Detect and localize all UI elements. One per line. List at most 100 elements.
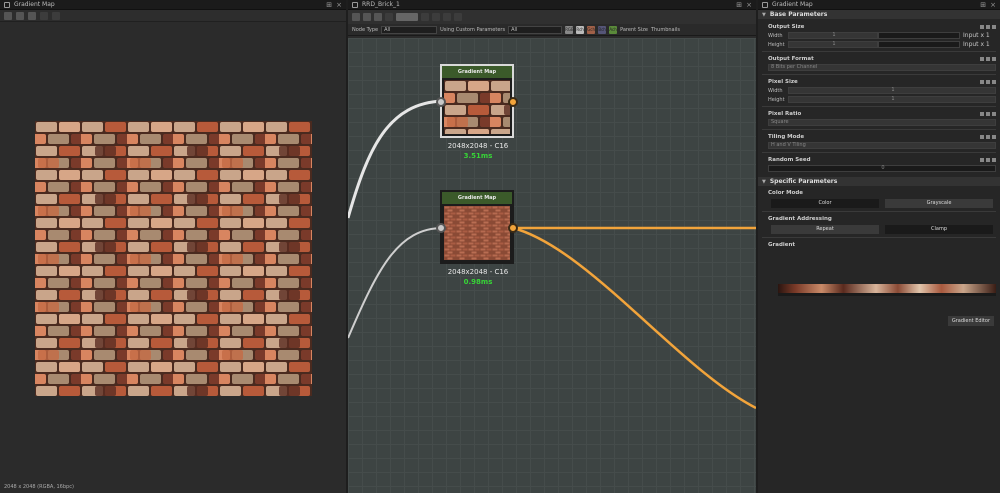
- settings-icon[interactable]: [454, 13, 462, 21]
- gradient-preview[interactable]: [778, 284, 996, 296]
- specific-params-header[interactable]: ▼ Specific Parameters: [758, 177, 1000, 186]
- layers-icon[interactable]: [28, 11, 36, 20]
- param-icons[interactable]: [980, 56, 996, 61]
- output-format-value-row: 8 Bits per Channel: [758, 63, 1000, 72]
- tiling-mode-label: Tiling Mode: [768, 133, 805, 140]
- addressing-label: Gradient Addressing: [768, 215, 832, 222]
- node1-output-port[interactable]: [508, 97, 518, 107]
- redo-icon[interactable]: [52, 11, 60, 20]
- collapse-icon: ▼: [762, 11, 766, 18]
- link-icon[interactable]: [421, 13, 429, 21]
- channel-b[interactable]: Bch: [598, 25, 607, 34]
- connection-wires: [348, 99, 756, 410]
- pin-icon[interactable]: ⊞: [980, 1, 986, 9]
- close-icon[interactable]: ×: [990, 1, 996, 9]
- px-width-label: Width: [768, 87, 783, 94]
- properties-title: Gradient Map: [772, 1, 813, 8]
- node1-input-port[interactable]: [436, 97, 446, 107]
- color-button[interactable]: Color: [771, 198, 879, 208]
- output-height-field[interactable]: 1: [788, 41, 878, 48]
- brick-texture-preview[interactable]: [35, 121, 312, 396]
- pin-icon[interactable]: ⊞: [736, 1, 742, 9]
- px-height-label: Height: [768, 96, 785, 103]
- height-label: Height: [768, 41, 785, 48]
- parent-size-toggle[interactable]: Parent Size: [620, 27, 648, 33]
- graph-canvas[interactable]: Gradient Map 2048x2048 - C16 3.51ms Grad…: [348, 38, 756, 493]
- gradient-editor-button[interactable]: Gradient Editor: [947, 316, 994, 326]
- grayscale-button[interactable]: Grayscale: [885, 198, 993, 208]
- param-icons[interactable]: [980, 24, 996, 29]
- base-params-title: Base Parameters: [769, 11, 828, 18]
- clamp-button[interactable]: Clamp: [885, 224, 993, 234]
- param-icons[interactable]: [980, 111, 996, 116]
- node2-output-port[interactable]: [508, 223, 518, 233]
- specific-params-title: Specific Parameters: [769, 178, 838, 185]
- graph-title: RRD_Brick_1: [362, 1, 400, 8]
- properties-titlebar: Gradient Map ⊞ ×: [758, 0, 1000, 10]
- output-width-row: Width 1 Input x 1: [758, 31, 1000, 40]
- param-icons[interactable]: [980, 134, 996, 139]
- tiling-mode-select[interactable]: H and V Tiling: [768, 142, 996, 149]
- folder-icon[interactable]: [374, 13, 382, 21]
- divider: [762, 152, 996, 153]
- node2-time: 0.98ms: [463, 278, 493, 286]
- custom-params-label: Using Custom Parameters: [440, 26, 506, 33]
- info-icon[interactable]: [385, 13, 393, 21]
- pixel-height-field[interactable]: 1: [788, 96, 996, 103]
- node-type-select[interactable]: All: [381, 25, 438, 34]
- tiling-mode-value-row: H and V Tiling: [758, 141, 1000, 150]
- close-icon[interactable]: ×: [336, 1, 342, 9]
- viewer-2d-panel: Gradient Map ⊞ × 2048 x 2048 (RGBA, 16bp…: [0, 0, 346, 493]
- thumbnails-toggle[interactable]: Thumbnails: [651, 27, 680, 33]
- display-icon[interactable]: [443, 13, 451, 21]
- color-mode-row: Color Mode: [758, 188, 1000, 197]
- addressing-buttons: Repeat Clamp: [758, 223, 1000, 235]
- divider: [762, 106, 996, 107]
- tiling-mode-row: Tiling Mode: [758, 132, 1000, 141]
- node-icon[interactable]: [432, 13, 440, 21]
- addressing-row: Gradient Addressing: [758, 214, 1000, 223]
- node-title: Gradient Map: [442, 192, 512, 204]
- random-seed-value-row: 0: [758, 164, 1000, 173]
- node2-info: 2048x2048 - C16: [447, 268, 509, 276]
- gradient-row: Gradient: [758, 240, 1000, 249]
- copy-icon[interactable]: [16, 11, 24, 20]
- node-type-label: Node Type: [352, 26, 379, 33]
- random-seed-row: Random Seed: [758, 155, 1000, 164]
- align-icon[interactable]: [396, 13, 418, 21]
- width-mode-field[interactable]: [878, 32, 960, 39]
- custom-params-select[interactable]: All: [508, 25, 563, 34]
- output-width-field[interactable]: 1: [788, 32, 878, 39]
- node1-info: 2048x2048 - C16: [447, 142, 509, 150]
- channel-a[interactable]: Ach: [609, 25, 618, 34]
- random-seed-field[interactable]: 0: [768, 165, 996, 172]
- close-icon[interactable]: ×: [746, 1, 752, 9]
- repeat-button[interactable]: Repeat: [771, 224, 879, 234]
- undo-icon[interactable]: [40, 11, 48, 20]
- graph-filter-bar: Node Type All Using Custom Parameters Al…: [348, 24, 756, 36]
- height-mode-label: Input x 1: [963, 41, 990, 48]
- channel-rgb[interactable]: RGB: [565, 25, 574, 34]
- viewer-status: 2048 x 2048 (RGBA, 16bpc): [4, 484, 74, 490]
- viewer-viewport[interactable]: [0, 24, 346, 484]
- node2-input-port[interactable]: [436, 223, 446, 233]
- graph-tool-icon[interactable]: [352, 13, 360, 21]
- save-icon[interactable]: [4, 11, 12, 20]
- output-format-select[interactable]: 8 Bits per Channel: [768, 64, 996, 71]
- pin-icon[interactable]: ⊞: [326, 1, 332, 9]
- output-format-label: Output Format: [768, 55, 814, 62]
- gradient-map-node-1[interactable]: Gradient Map: [440, 64, 514, 138]
- frame-icon[interactable]: [363, 13, 371, 21]
- node1-time: 3.51ms: [463, 152, 493, 160]
- pixel-ratio-select[interactable]: Square: [768, 119, 996, 126]
- channel-g[interactable]: Gch: [587, 25, 596, 34]
- wire-output-2: [512, 226, 756, 410]
- height-mode-field[interactable]: [878, 41, 960, 48]
- param-icons[interactable]: [980, 157, 996, 162]
- brick-texture-image: [35, 121, 312, 396]
- pixel-width-field[interactable]: 1: [788, 87, 996, 94]
- gradient-map-node-2[interactable]: Gradient Map: [440, 190, 514, 264]
- channel-r[interactable]: Rch: [576, 25, 585, 34]
- base-params-header[interactable]: ▼ Base Parameters: [758, 10, 1000, 19]
- param-icons[interactable]: [980, 79, 996, 84]
